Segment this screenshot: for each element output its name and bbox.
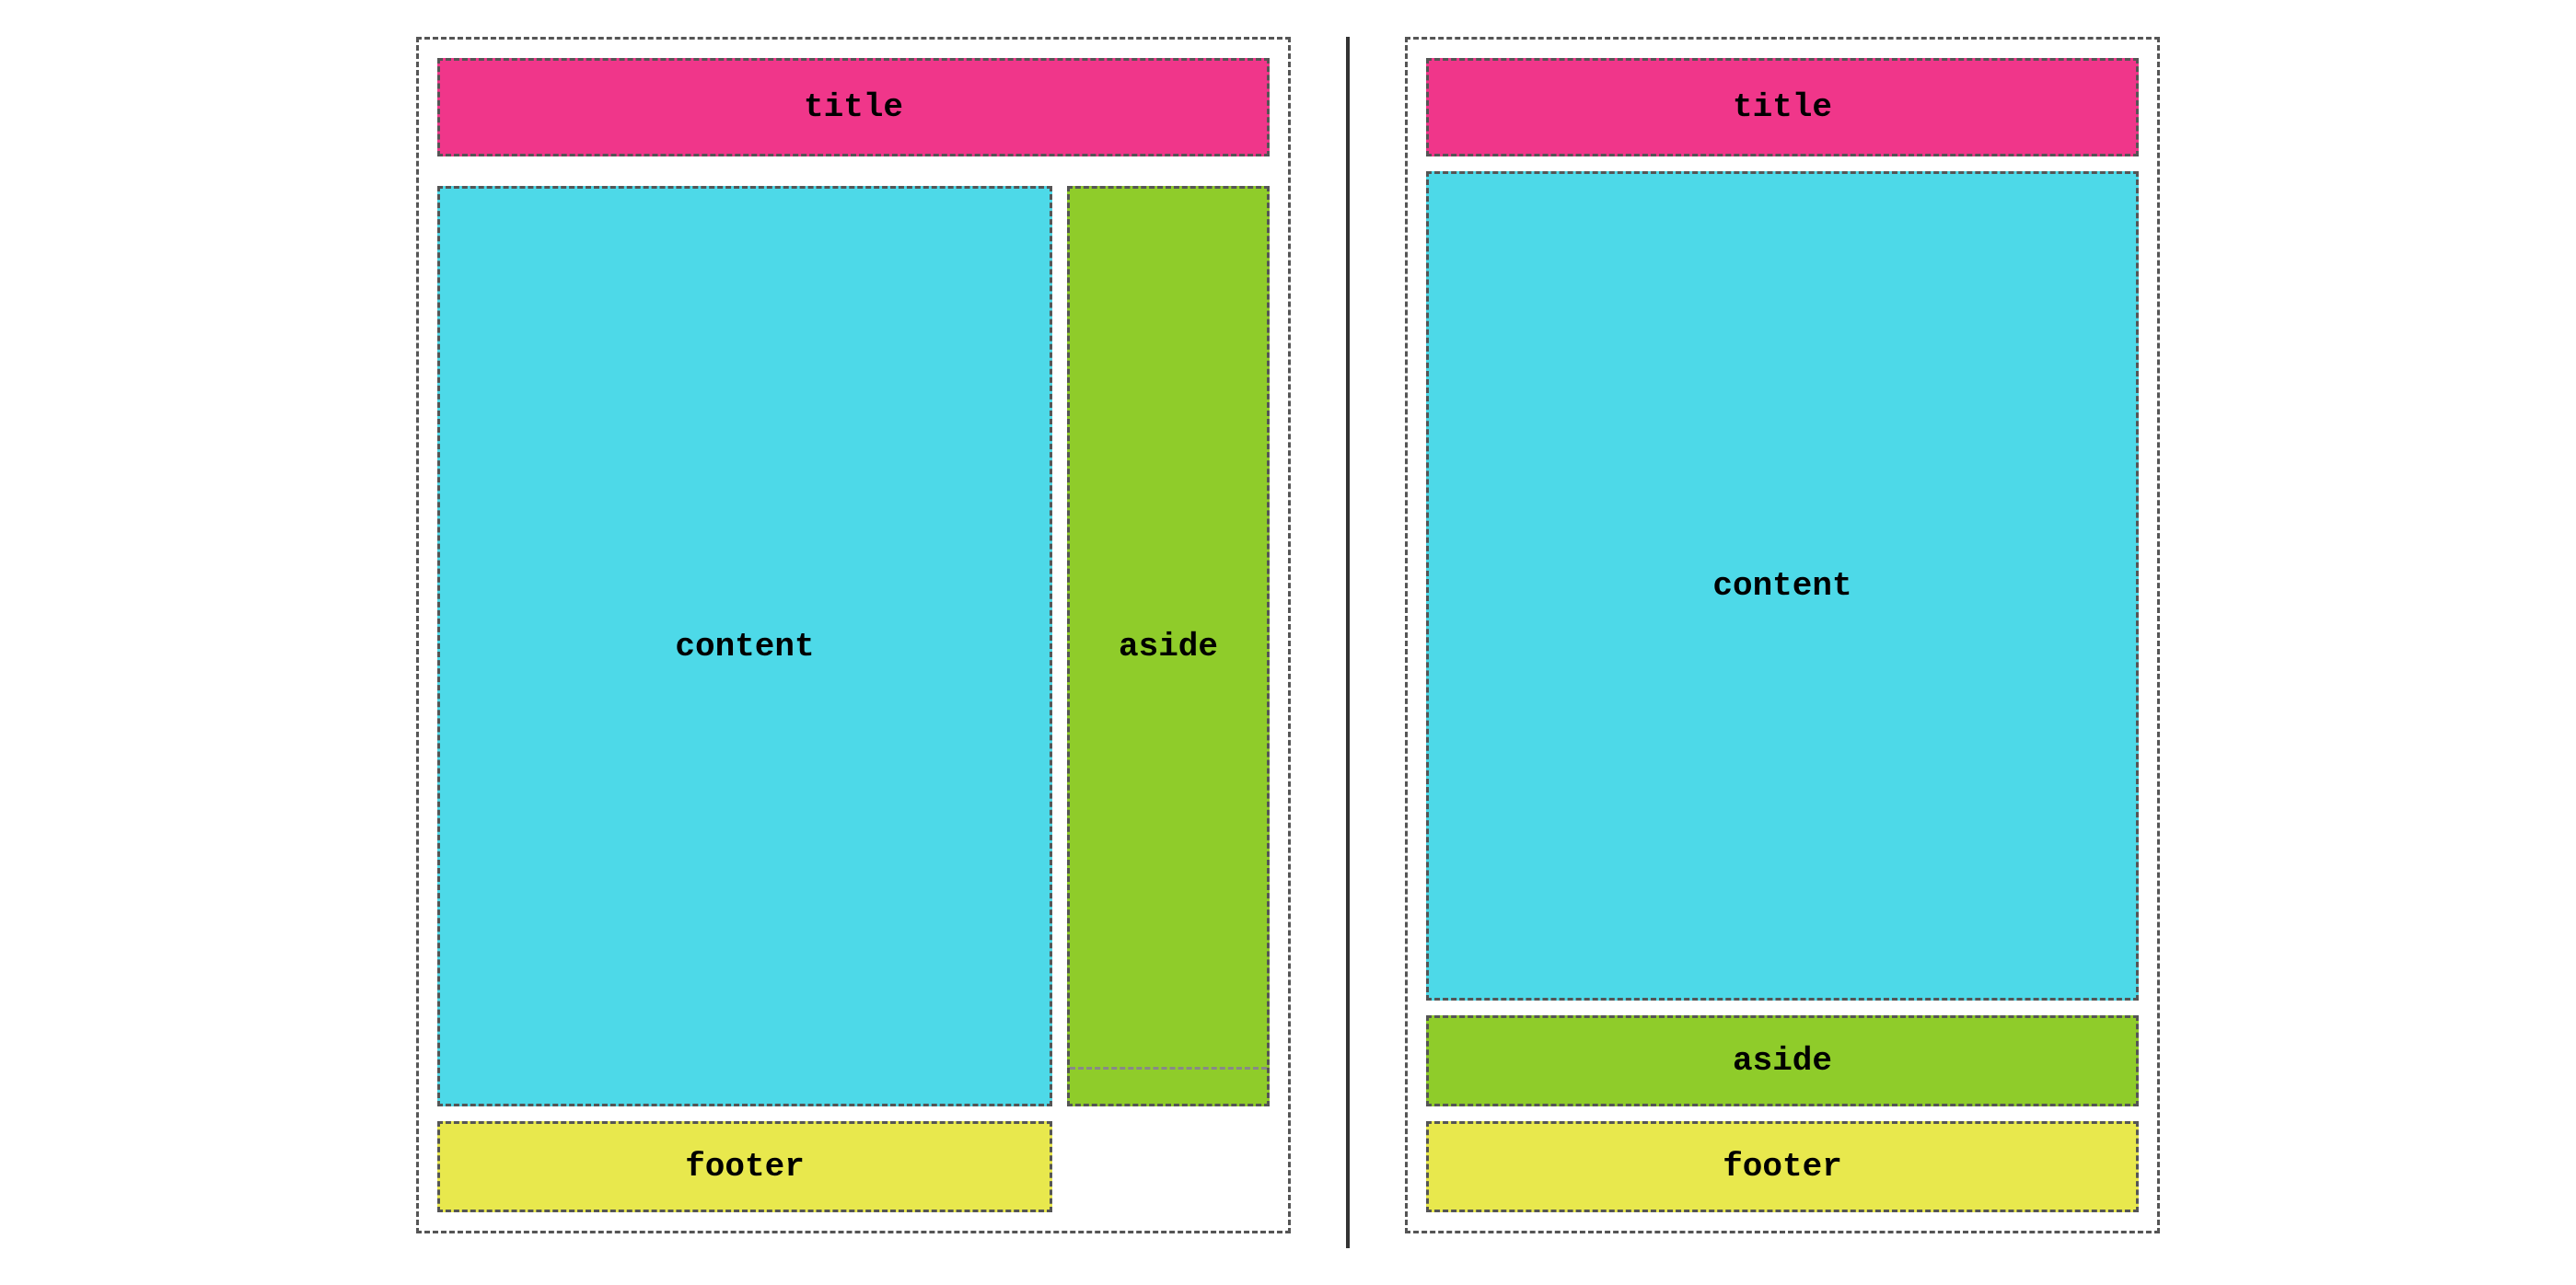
left-content: content — [437, 186, 1052, 1106]
right-footer: footer — [1426, 1121, 2139, 1212]
right-content-text: content — [1712, 567, 1851, 605]
right-title-text: title — [1733, 88, 1832, 126]
right-content: content — [1426, 171, 2139, 1001]
vertical-divider — [1346, 37, 1350, 1248]
left-aside: aside — [1067, 186, 1270, 1106]
left-content-text: content — [675, 628, 814, 666]
right-layout-container: title content aside footer — [1405, 37, 2160, 1233]
left-layout-container: title content aside footer — [416, 37, 1291, 1233]
left-footer: footer — [437, 1121, 1052, 1212]
left-aside-text: aside — [1119, 628, 1218, 666]
left-bottom-section: footer — [437, 1121, 1270, 1212]
right-aside-text: aside — [1733, 1042, 1832, 1080]
right-aside: aside — [1426, 1015, 2139, 1106]
left-main-area: title content aside footer — [437, 58, 1270, 1212]
left-footer-text: footer — [685, 1148, 805, 1186]
left-title-text: title — [804, 88, 903, 126]
left-footer-spacer — [1067, 1121, 1270, 1212]
right-title: title — [1426, 58, 2139, 156]
right-footer-text: footer — [1723, 1148, 1842, 1186]
aside-dashed-indicator — [1070, 1067, 1267, 1104]
left-middle-row: content aside — [437, 186, 1270, 1106]
left-title: title — [437, 58, 1270, 156]
